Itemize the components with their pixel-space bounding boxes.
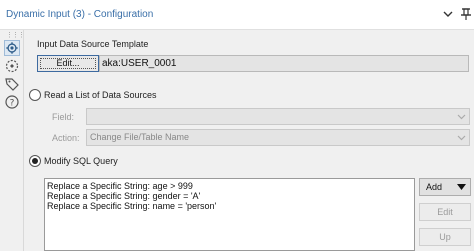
- template-label: Input Data Source Template: [37, 39, 149, 49]
- edit-item-button[interactable]: Edit: [419, 203, 471, 221]
- chevron-down-icon: [457, 135, 466, 141]
- chevron-down-icon[interactable]: [441, 7, 455, 21]
- modify-sql-radio[interactable]: [29, 155, 41, 167]
- annotation-icon[interactable]: [4, 58, 20, 74]
- move-up-button[interactable]: Up: [419, 228, 471, 246]
- grip-icon[interactable]: ⋮⋮⋮: [6, 32, 25, 39]
- connection-field[interactable]: aka:USER_0001: [99, 55, 469, 72]
- tag-icon[interactable]: [4, 76, 20, 92]
- action-value: Change File/Table Name: [90, 132, 190, 142]
- window-title: Dynamic Input (3) - Configuration: [6, 9, 154, 20]
- pin-icon[interactable]: [458, 6, 474, 22]
- sql-modifications-list[interactable]: Replace a Specific String: age > 999 Rep…: [44, 178, 415, 251]
- list-item[interactable]: Replace a Specific String: gender = 'A': [47, 191, 412, 201]
- list-item[interactable]: Replace a Specific String: age > 999: [47, 181, 412, 191]
- title-bar: Dynamic Input (3) - Configuration: [0, 0, 474, 30]
- field-label: Field:: [52, 112, 75, 122]
- action-dropdown[interactable]: Change File/Table Name: [86, 129, 470, 146]
- config-sidebar: ⋮⋮⋮ ?: [0, 30, 25, 251]
- add-button-label: Add: [426, 182, 443, 192]
- add-button[interactable]: Add: [419, 178, 471, 196]
- action-label: Action:: [52, 133, 80, 143]
- chevron-down-icon: [457, 114, 466, 120]
- gear-icon[interactable]: [4, 40, 20, 56]
- svg-text:?: ?: [10, 99, 15, 109]
- edit-template-button[interactable]: Edit...: [37, 55, 99, 72]
- list-item[interactable]: Replace a Specific String: name = 'perso…: [47, 201, 412, 211]
- read-list-label: Read a List of Data Sources: [44, 90, 157, 100]
- caret-down-icon: [457, 184, 466, 190]
- field-dropdown[interactable]: [86, 108, 470, 125]
- read-list-radio[interactable]: [29, 89, 41, 101]
- modify-sql-label: Modify SQL Query: [44, 156, 118, 166]
- help-icon[interactable]: ?: [4, 94, 20, 110]
